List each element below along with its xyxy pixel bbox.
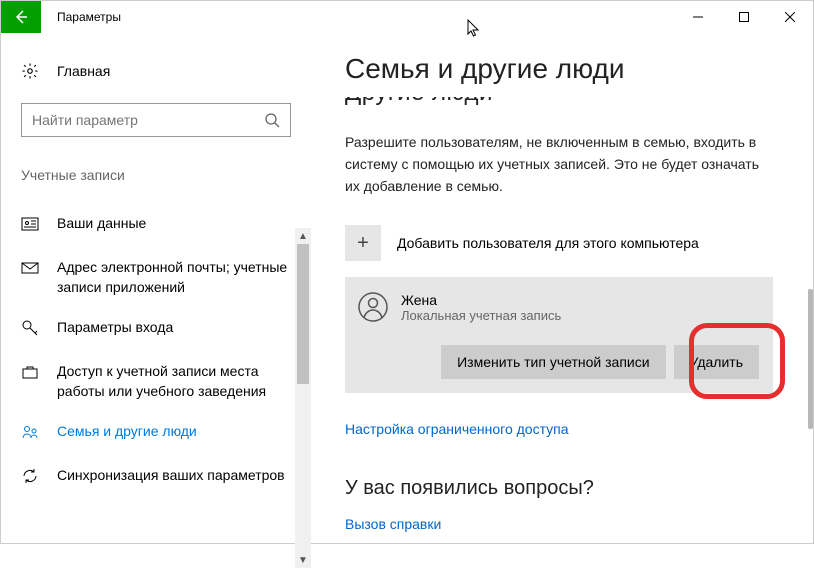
id-card-icon — [21, 215, 39, 233]
maximize-button[interactable] — [721, 1, 767, 33]
nav-label: Ваши данные — [57, 213, 146, 233]
user-header: Жена Локальная учетная запись — [349, 291, 759, 323]
minimize-button[interactable] — [675, 1, 721, 33]
add-user-button[interactable]: + Добавить пользователя для этого компью… — [345, 225, 773, 261]
nav-label: Семья и другие люди — [57, 421, 197, 441]
sidebar-scroll-thumb[interactable] — [297, 244, 309, 384]
sidebar: Главная Учетные записи Ваши данные Адрес… — [1, 33, 311, 543]
home-button[interactable]: Главная — [1, 53, 311, 89]
content-scrollbar[interactable] — [808, 289, 813, 429]
page-title: Семья и другие люди — [345, 53, 773, 85]
window-title: Параметры — [57, 10, 121, 24]
kiosk-link[interactable]: Настройка ограниченного доступа — [345, 421, 773, 437]
nav-label: Доступ к учетной записи места работы или… — [57, 361, 291, 401]
nav-item-family[interactable]: Семья и другие люди — [1, 411, 311, 455]
key-icon — [21, 319, 39, 337]
sync-icon — [21, 467, 39, 485]
search-field[interactable] — [32, 112, 264, 128]
titlebar: Параметры — [1, 1, 813, 33]
user-type: Локальная учетная запись — [401, 308, 561, 323]
subheading-clipped: Другие люди — [345, 97, 773, 113]
add-user-label: Добавить пользователя для этого компьюте… — [397, 235, 699, 251]
mail-icon — [21, 259, 39, 277]
questions-heading: У вас появились вопросы? — [345, 477, 773, 500]
nav-item-work[interactable]: Доступ к учетной записи места работы или… — [1, 351, 311, 411]
scroll-down-icon[interactable]: ▼ — [295, 552, 311, 568]
briefcase-icon — [21, 363, 39, 381]
help-link[interactable]: Вызов справки — [345, 516, 773, 532]
nav-item-your-info[interactable]: Ваши данные — [1, 203, 311, 247]
close-button[interactable] — [767, 1, 813, 33]
sidebar-scrollbar[interactable]: ▲ ▼ — [295, 228, 311, 568]
user-card[interactable]: Жена Локальная учетная запись Изменить т… — [345, 277, 773, 393]
user-name: Жена — [401, 292, 561, 308]
scroll-up-icon[interactable]: ▲ — [295, 228, 311, 244]
main-panel: Семья и другие люди Другие люди Разрешит… — [311, 33, 813, 543]
back-button[interactable] — [1, 1, 41, 33]
change-account-type-button[interactable]: Изменить тип учетной записи — [441, 345, 665, 379]
nav-label: Параметры входа — [57, 317, 173, 337]
sidebar-section-label: Учетные записи — [21, 167, 291, 183]
gear-icon — [21, 62, 39, 80]
nav-list: Ваши данные Адрес электронной почты; уче… — [1, 203, 311, 499]
back-arrow-icon — [13, 9, 29, 25]
avatar-icon — [357, 291, 389, 323]
maximize-icon — [739, 12, 749, 22]
nav-item-email[interactable]: Адрес электронной почты; учетные записи … — [1, 247, 311, 307]
search-input[interactable] — [21, 103, 291, 137]
people-icon — [21, 423, 39, 441]
nav-item-sync[interactable]: Синхронизация ваших параметров — [1, 455, 311, 499]
nav-label: Адрес электронной почты; учетные записи … — [57, 257, 291, 297]
minimize-icon — [693, 12, 703, 22]
home-label: Главная — [57, 63, 110, 79]
plus-icon: + — [345, 225, 381, 261]
close-icon — [785, 12, 795, 22]
window-controls — [675, 1, 813, 33]
delete-button[interactable]: Удалить — [674, 345, 759, 379]
section-description: Разрешите пользователям, не включенным в… — [345, 131, 773, 197]
nav-item-signin[interactable]: Параметры входа — [1, 307, 311, 351]
nav-label: Синхронизация ваших параметров — [57, 465, 285, 485]
search-icon — [264, 112, 280, 128]
